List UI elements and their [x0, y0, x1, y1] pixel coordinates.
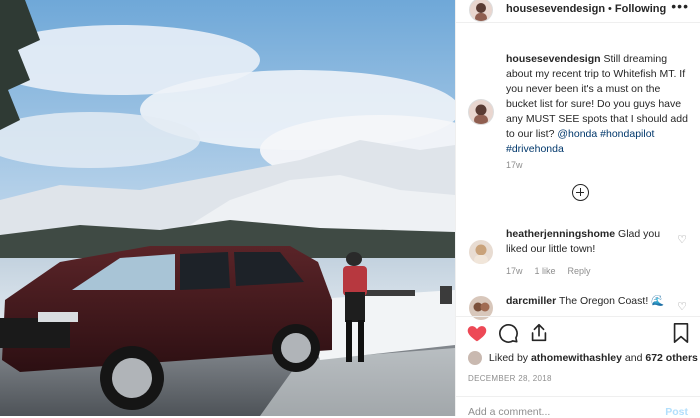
like-heart-icon[interactable] — [466, 322, 488, 344]
avatar-illustration — [475, 3, 487, 21]
post-header: housesevendesign • Following ••• — [456, 0, 700, 22]
comment-text: The Oregon Coast! — [558, 295, 649, 307]
post-photo[interactable] — [0, 0, 455, 416]
caption-tag-honda[interactable]: @honda — [557, 128, 597, 140]
comment-timestamp[interactable]: 17w — [506, 266, 523, 276]
add-comment-input[interactable]: Add a comment... — [468, 406, 550, 418]
comment-username[interactable]: heatherjenningshome — [506, 228, 615, 240]
caption-tag-drivehonda[interactable]: #drivehonda — [506, 143, 564, 155]
wave-emoji-icon: 🌊 — [651, 295, 665, 307]
comment-likes[interactable]: 1 like — [535, 266, 556, 276]
caption-username[interactable]: housesevendesign — [506, 53, 601, 65]
caption-avatar[interactable] — [468, 99, 494, 125]
load-more-comments-icon[interactable] — [572, 184, 589, 201]
author-username[interactable]: housesevendesign — [506, 3, 605, 15]
caption-tag-hondapilot[interactable]: #hondapilot — [600, 128, 654, 140]
avatar-illustration — [474, 104, 488, 124]
post-actions — [456, 322, 700, 348]
post-date[interactable]: DECEMBER 28, 2018 — [468, 374, 552, 383]
likes-prefix: Liked by — [488, 351, 529, 364]
comment-like-icon[interactable]: ♡ — [677, 300, 687, 313]
liker-username[interactable]: athomewithashley — [531, 352, 622, 364]
following-button[interactable]: Following — [615, 3, 666, 15]
comment-like-icon[interactable]: ♡ — [677, 233, 687, 246]
liker-avatar — [468, 351, 482, 365]
more-horizontal-icon[interactable]: ••• — [671, 0, 689, 14]
header-separator: • — [608, 3, 612, 15]
author-avatar[interactable] — [469, 0, 493, 22]
likes-summary: Liked by athomewithashley and 672 others — [468, 351, 698, 365]
comment-meta: 17w 1 like Reply — [506, 266, 603, 276]
composer-divider — [456, 396, 700, 397]
comment-bubble-icon[interactable] — [497, 322, 519, 344]
comment-avatar[interactable] — [469, 240, 493, 264]
caption-text: Still dreaming about my recent trip to W… — [506, 53, 688, 140]
photo-illustration — [0, 0, 455, 416]
post-sidebar: housesevendesign • Following ••• houseseve… — [455, 0, 700, 418]
likes-conj: and — [624, 351, 643, 364]
post-comment-button[interactable]: Post — [665, 406, 688, 418]
bookmark-icon[interactable] — [671, 322, 691, 344]
comment-username[interactable]: darcmiller — [506, 295, 556, 307]
header-divider — [456, 22, 700, 23]
comment-item: darcmiller The Oregon Coast! 🌊 — [506, 294, 676, 309]
comment-reply-button[interactable]: Reply — [568, 266, 591, 276]
share-upload-icon[interactable] — [528, 322, 550, 344]
post-caption: housesevendesign Still dreaming about my… — [506, 52, 691, 157]
comment-item: heatherjenningshome Glad you liked our l… — [506, 227, 676, 257]
caption-timestamp[interactable]: 17w — [506, 160, 523, 170]
likes-others-link[interactable]: 672 others — [645, 352, 698, 364]
avatar-illustration — [469, 240, 493, 264]
actions-divider — [456, 316, 700, 317]
instagram-post-view: housesevendesign • Following ••• houseseve… — [0, 0, 700, 418]
header-text: housesevendesign • Following — [506, 3, 666, 15]
